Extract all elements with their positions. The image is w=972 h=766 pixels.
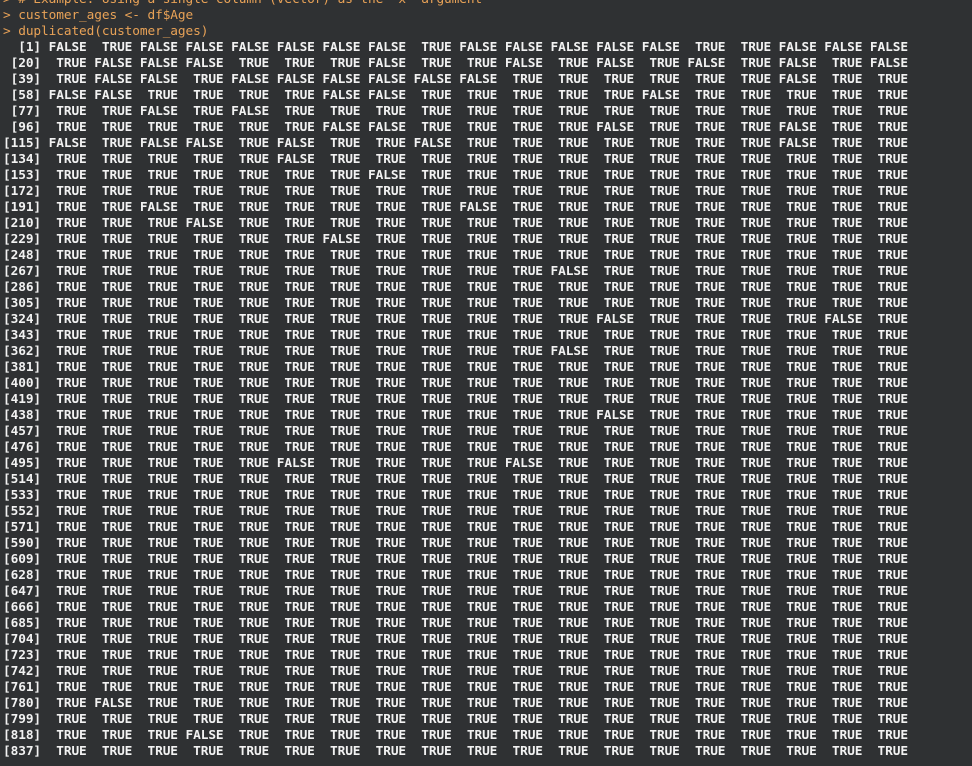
console-output-line: [837] TRUE TRUE TRUE TRUE TRUE TRUE TRUE…	[3, 744, 908, 759]
console-command-line: > # Example: Using a single column (vect…	[3, 0, 972, 8]
console-output-line: [799] TRUE TRUE TRUE TRUE TRUE TRUE TRUE…	[3, 712, 908, 727]
console-output-line: [20] TRUE FALSE FALSE FALSE TRUE TRUE TR…	[3, 56, 908, 71]
r-console[interactable]: > # Example: Using a single column (vect…	[0, 0, 972, 766]
console-output-line: [305] TRUE TRUE TRUE TRUE TRUE TRUE TRUE…	[3, 296, 908, 311]
console-output-line: [457] TRUE TRUE TRUE TRUE TRUE TRUE TRUE…	[3, 424, 908, 439]
console-output-line: [58] FALSE FALSE TRUE TRUE TRUE TRUE FAL…	[3, 88, 908, 103]
console-output-line: [533] TRUE TRUE TRUE TRUE TRUE TRUE TRUE…	[3, 488, 908, 503]
console-output-line: [438] TRUE TRUE TRUE TRUE TRUE TRUE TRUE…	[3, 408, 908, 423]
console-output-line: [685] TRUE TRUE TRUE TRUE TRUE TRUE TRUE…	[3, 616, 908, 631]
console-output-line: [495] TRUE TRUE TRUE TRUE TRUE FALSE TRU…	[3, 456, 908, 471]
console-output: [1] FALSE TRUE FALSE FALSE FALSE FALSE F…	[3, 40, 972, 760]
console-output-line: [39] TRUE FALSE FALSE TRUE FALSE FALSE F…	[3, 72, 908, 87]
console-output-line: [115] FALSE TRUE FALSE FALSE TRUE FALSE …	[3, 136, 908, 151]
console-output-line: [571] TRUE TRUE TRUE TRUE TRUE TRUE TRUE…	[3, 520, 908, 535]
console-output-line: [343] TRUE TRUE TRUE TRUE TRUE TRUE TRUE…	[3, 328, 908, 343]
console-output-line: [590] TRUE TRUE TRUE TRUE TRUE TRUE TRUE…	[3, 536, 908, 551]
console-output-line: [400] TRUE TRUE TRUE TRUE TRUE TRUE TRUE…	[3, 376, 908, 391]
console-output-line: [172] TRUE TRUE TRUE TRUE TRUE TRUE TRUE…	[3, 184, 908, 199]
console-output-line: [96] TRUE TRUE TRUE TRUE TRUE TRUE FALSE…	[3, 120, 908, 135]
console-output-line: [818] TRUE TRUE TRUE FALSE TRUE TRUE TRU…	[3, 728, 908, 743]
console-output-line: [647] TRUE TRUE TRUE TRUE TRUE TRUE TRUE…	[3, 584, 908, 599]
console-output-line: [666] TRUE TRUE TRUE TRUE TRUE TRUE TRUE…	[3, 600, 908, 615]
console-output-line: [77] TRUE TRUE FALSE TRUE FALSE TRUE TRU…	[3, 104, 908, 119]
console-output-line: [723] TRUE TRUE TRUE TRUE TRUE TRUE TRUE…	[3, 648, 908, 663]
console-output-line: [704] TRUE TRUE TRUE TRUE TRUE TRUE TRUE…	[3, 632, 908, 647]
console-output-line: [514] TRUE TRUE TRUE TRUE TRUE TRUE TRUE…	[3, 472, 908, 487]
console-output-line: [742] TRUE TRUE TRUE TRUE TRUE TRUE TRUE…	[3, 664, 908, 679]
console-output-line: [780] TRUE FALSE TRUE TRUE TRUE TRUE TRU…	[3, 696, 908, 711]
console-output-line: [191] TRUE TRUE FALSE TRUE TRUE TRUE TRU…	[3, 200, 908, 215]
console-output-line: [267] TRUE TRUE TRUE TRUE TRUE TRUE TRUE…	[3, 264, 908, 279]
console-output-line: [210] TRUE TRUE TRUE FALSE TRUE TRUE TRU…	[3, 216, 908, 231]
console-output-line: [286] TRUE TRUE TRUE TRUE TRUE TRUE TRUE…	[3, 280, 908, 295]
console-output-line: [552] TRUE TRUE TRUE TRUE TRUE TRUE TRUE…	[3, 504, 908, 519]
console-output-line: [381] TRUE TRUE TRUE TRUE TRUE TRUE TRUE…	[3, 360, 908, 375]
console-output-line: [628] TRUE TRUE TRUE TRUE TRUE TRUE TRUE…	[3, 568, 908, 583]
console-command-line: > duplicated(customer_ages)	[3, 24, 209, 39]
console-output-line: [248] TRUE TRUE TRUE TRUE TRUE TRUE TRUE…	[3, 248, 908, 263]
console-command-line: > customer_ages <- df$Age	[3, 8, 194, 23]
console-output-line: [419] TRUE TRUE TRUE TRUE TRUE TRUE TRUE…	[3, 392, 908, 407]
console-output-line: [153] TRUE TRUE TRUE TRUE TRUE TRUE TRUE…	[3, 168, 908, 183]
console-output-line: [1] FALSE TRUE FALSE FALSE FALSE FALSE F…	[3, 40, 908, 55]
console-output-line: [324] TRUE TRUE TRUE TRUE TRUE TRUE TRUE…	[3, 312, 908, 327]
console-output-line: [476] TRUE TRUE TRUE TRUE TRUE TRUE TRUE…	[3, 440, 908, 455]
console-output-line: [761] TRUE TRUE TRUE TRUE TRUE TRUE TRUE…	[3, 680, 908, 695]
console-output-line: [362] TRUE TRUE TRUE TRUE TRUE TRUE TRUE…	[3, 344, 908, 359]
console-output-line: [229] TRUE TRUE TRUE TRUE TRUE TRUE FALS…	[3, 232, 908, 247]
console-output-line: [134] TRUE TRUE TRUE TRUE TRUE FALSE TRU…	[3, 152, 908, 167]
console-output-line: [609] TRUE TRUE TRUE TRUE TRUE TRUE TRUE…	[3, 552, 908, 567]
